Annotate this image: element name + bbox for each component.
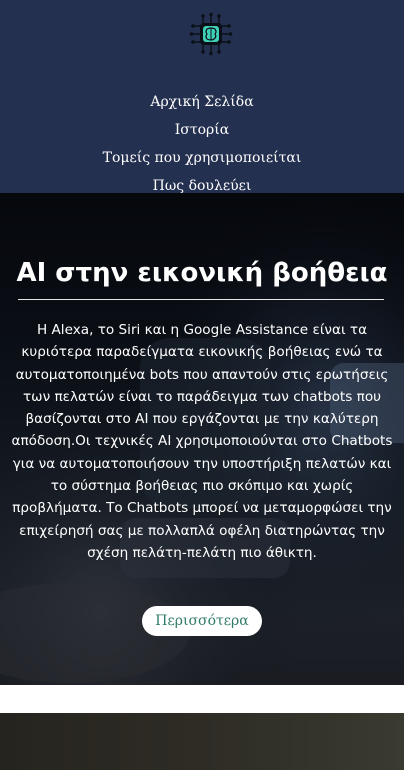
circuit-brain-icon[interactable] — [189, 12, 233, 56]
navbar: Αρχική Σελίδα Ιστορία Τομείς που χρησιμο… — [0, 0, 404, 194]
hero-paragraph: Η Alexa, το Siri και η Google Assistance… — [11, 322, 393, 561]
nav-item-fields[interactable]: Τομείς που χρησιμοποιείται — [0, 144, 404, 172]
nav-item-history[interactable]: Ιστορία — [0, 116, 404, 144]
hero-title: AI στην εικονική βοήθεια — [16, 258, 388, 288]
title-divider — [18, 299, 384, 300]
more-button[interactable]: Περισσότερα — [142, 606, 262, 636]
section-gap — [0, 685, 404, 713]
nav-menu: Αρχική Σελίδα Ιστορία Τομείς που χρησιμο… — [0, 88, 404, 200]
next-section-preview — [0, 713, 404, 770]
nav-item-home[interactable]: Αρχική Σελίδα — [0, 88, 404, 116]
hero-section: AI στην εικονική βοήθεια Η Alexa, το Sir… — [0, 193, 404, 685]
